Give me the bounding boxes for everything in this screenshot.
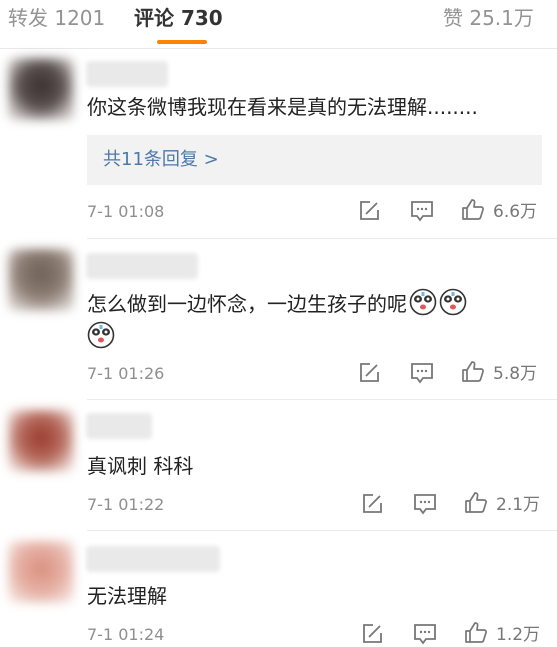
reply-box[interactable]: 共11条回复 > <box>87 135 542 185</box>
comment-text: 怎么做到一边怀念，一边生孩子的呢 <box>87 288 467 318</box>
comment-text: 真讽刺 科科 <box>87 454 194 478</box>
comment-item: 无法理解 7-1 01:24 1.2万 <box>0 531 557 647</box>
panda-face-icon <box>87 321 115 349</box>
like-icon[interactable] <box>464 491 488 515</box>
avatar[interactable] <box>8 58 74 120</box>
avatar[interactable] <box>8 249 74 311</box>
like-icon[interactable] <box>464 621 488 645</box>
comment-item: 怎么做到一边怀念，一边生孩子的呢 7-1 01:26 5.8万 <box>0 239 557 399</box>
active-tab-indicator <box>157 40 207 44</box>
comment-time: 7-1 01:08 <box>87 202 165 221</box>
username[interactable] <box>86 546 220 572</box>
repost-icon[interactable] <box>360 492 384 516</box>
tab-comment[interactable]: 评论 730 <box>134 6 223 30</box>
comment-text: 无法理解 <box>87 584 167 608</box>
comment-icon[interactable] <box>410 361 434 385</box>
comment-icon[interactable] <box>413 492 437 516</box>
comment-time: 7-1 01:24 <box>87 625 165 644</box>
like-icon[interactable] <box>461 360 485 384</box>
like-count: 1.2万 <box>496 625 541 645</box>
like-count: 6.6万 <box>493 202 538 222</box>
tab-bar: 转发 1201 评论 730 赞 25.1万 <box>0 0 557 49</box>
panda-face-icon <box>439 288 467 316</box>
repost-icon[interactable] <box>357 361 381 385</box>
comment-item: 真讽刺 科科 7-1 01:22 2.1万 <box>0 400 557 530</box>
comment-icon[interactable] <box>410 199 434 223</box>
avatar[interactable] <box>8 541 74 603</box>
comment-time: 7-1 01:26 <box>87 364 165 383</box>
panda-face-icon <box>409 288 437 316</box>
like-count: 2.1万 <box>496 495 541 515</box>
username[interactable] <box>86 61 168 87</box>
tab-like[interactable]: 赞 25.1万 <box>443 6 534 30</box>
username[interactable] <box>86 413 152 439</box>
view-replies-link[interactable]: 共11条回复 > <box>103 147 219 173</box>
tab-repost[interactable]: 转发 1201 <box>8 6 105 30</box>
avatar[interactable] <box>8 410 74 472</box>
comment-time: 7-1 01:22 <box>87 495 165 514</box>
comment-icon[interactable] <box>413 622 437 646</box>
username[interactable] <box>86 253 198 279</box>
repost-icon[interactable] <box>360 622 384 646</box>
like-count: 5.8万 <box>493 364 538 384</box>
comment-text-content: 怎么做到一边怀念，一边生孩子的呢 <box>87 292 407 316</box>
comment-text: 你这条微博我现在看来是真的无法理解........ <box>87 95 478 119</box>
like-icon[interactable] <box>461 198 485 222</box>
comment-item: 你这条微博我现在看来是真的无法理解........ 共11条回复 > 7-1 0… <box>0 48 557 238</box>
repost-icon[interactable] <box>357 199 381 223</box>
